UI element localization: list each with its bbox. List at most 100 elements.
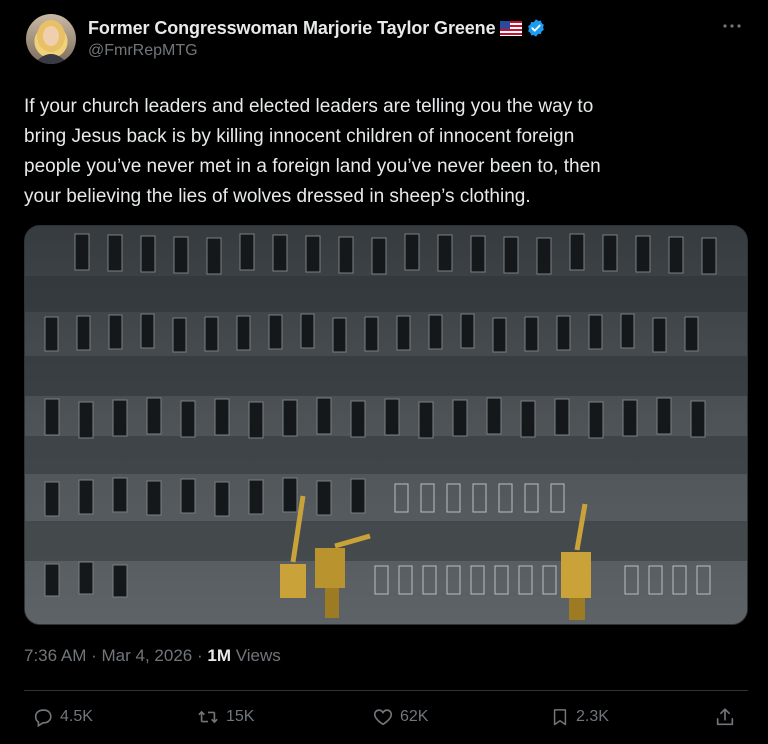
grave-pit — [622, 399, 638, 437]
grave-pit — [520, 400, 536, 438]
tweet-media-image[interactable] — [24, 225, 748, 625]
grave-pit — [78, 561, 94, 595]
post-time[interactable]: 7:36 AM — [24, 646, 86, 665]
grave-pit — [282, 399, 298, 437]
grave-pit — [236, 315, 251, 351]
grave-pit — [180, 478, 196, 514]
grave-pit — [384, 398, 400, 436]
grave-pit — [44, 481, 60, 517]
us-flag-icon — [499, 20, 522, 36]
grave-pit — [316, 480, 332, 516]
grave-pit — [112, 477, 128, 513]
grave-pit — [300, 313, 315, 349]
author-handle[interactable]: @FmrRepMTG — [88, 42, 546, 60]
grave-pit — [602, 234, 618, 272]
grave-pit — [668, 236, 684, 274]
grave-pit — [78, 479, 94, 515]
grave-pit — [44, 316, 59, 352]
bookmark-button[interactable]: 2.3K — [550, 706, 609, 728]
grave-pit — [206, 237, 222, 275]
grave-pit — [332, 317, 347, 353]
avatar[interactable] — [26, 14, 76, 64]
grave-pit — [112, 564, 128, 598]
verified-badge-icon[interactable] — [526, 18, 546, 38]
grave-pit — [524, 316, 539, 352]
author-display-name[interactable]: Former Congresswoman Marjorie Taylor Gre… — [88, 18, 496, 39]
views-label: Views — [235, 646, 281, 665]
meta-separator-2: · — [196, 646, 203, 665]
grave-pit — [76, 315, 91, 351]
tweet-header: Former Congresswoman Marjorie Taylor Gre… — [24, 14, 744, 76]
like-count: 62K — [400, 708, 429, 725]
name-row: Former Congresswoman Marjorie Taylor Gre… — [88, 16, 546, 40]
grave-pit — [350, 400, 366, 438]
grave-pit — [248, 479, 264, 515]
tweet-text: If your church leaders and elected leade… — [24, 96, 601, 207]
reply-button[interactable]: 4.5K — [32, 706, 93, 728]
grave-pit — [701, 237, 717, 275]
grave-pit — [656, 397, 672, 435]
grave-pit — [44, 398, 60, 436]
like-button[interactable]: 62K — [372, 706, 428, 728]
grave-pit — [588, 401, 604, 439]
repost-icon — [198, 710, 218, 724]
grave-pit — [172, 317, 187, 353]
grave-pit — [396, 315, 411, 351]
grave-pit — [437, 234, 453, 272]
grave-pit — [428, 314, 443, 350]
grave-pit — [108, 314, 123, 350]
grave-pit — [204, 316, 219, 352]
grave-pit — [486, 397, 502, 435]
grave-pit — [620, 313, 635, 349]
bookmark-count: 2.3K — [576, 708, 609, 725]
meta-separator-1: · — [91, 646, 97, 665]
grave-pit — [173, 236, 189, 274]
grave-pit — [305, 235, 321, 273]
grave-pit — [635, 235, 651, 273]
share-icon — [716, 708, 734, 726]
grave-pit — [140, 235, 156, 273]
grave-pit — [268, 314, 283, 350]
grave-pit — [452, 399, 468, 437]
grave-pit — [338, 236, 354, 274]
grave-pit — [569, 233, 585, 271]
reply-count: 4.5K — [60, 708, 93, 725]
grave-pit — [140, 313, 155, 349]
grave-pit — [371, 237, 387, 275]
grave-pit — [684, 316, 699, 352]
grave-pit — [536, 237, 552, 275]
grave-pit — [74, 233, 90, 271]
grave-pit — [316, 397, 332, 435]
grave-pit — [248, 401, 264, 439]
share-button[interactable] — [714, 706, 742, 728]
grave-pit — [503, 236, 519, 274]
repost-button[interactable]: 15K — [196, 706, 254, 728]
grave-pit — [364, 316, 379, 352]
grave-pit — [652, 317, 667, 353]
grave-pit — [556, 315, 571, 351]
grave-pit — [180, 400, 196, 438]
grave-pit — [107, 234, 123, 272]
views-count: 1M — [207, 646, 232, 665]
grave-pit — [588, 314, 603, 350]
grave-pit — [239, 233, 255, 271]
grave-pit — [554, 398, 570, 436]
repost-count: 15K — [226, 708, 255, 725]
tweet-meta: 7:36 AM · Mar 4, 2026 · 1M Views — [24, 646, 281, 666]
grave-pit — [418, 401, 434, 439]
post-date[interactable]: Mar 4, 2026 — [102, 646, 193, 665]
grave-pit — [112, 399, 128, 437]
reply-icon — [34, 709, 52, 728]
grave-pit — [146, 480, 162, 516]
heart-icon — [373, 709, 393, 726]
grave-pit — [44, 563, 60, 597]
grave-pit — [272, 234, 288, 272]
grave-pit — [282, 477, 298, 513]
action-bar: 4.5K 15K 62K 2.3K — [24, 706, 748, 736]
grave-pit — [404, 233, 420, 271]
grave-pit — [460, 313, 475, 349]
grave-pit — [690, 400, 706, 438]
more-options-icon[interactable] — [720, 14, 744, 38]
grave-pit — [492, 317, 507, 353]
bookmark-icon — [553, 709, 567, 726]
